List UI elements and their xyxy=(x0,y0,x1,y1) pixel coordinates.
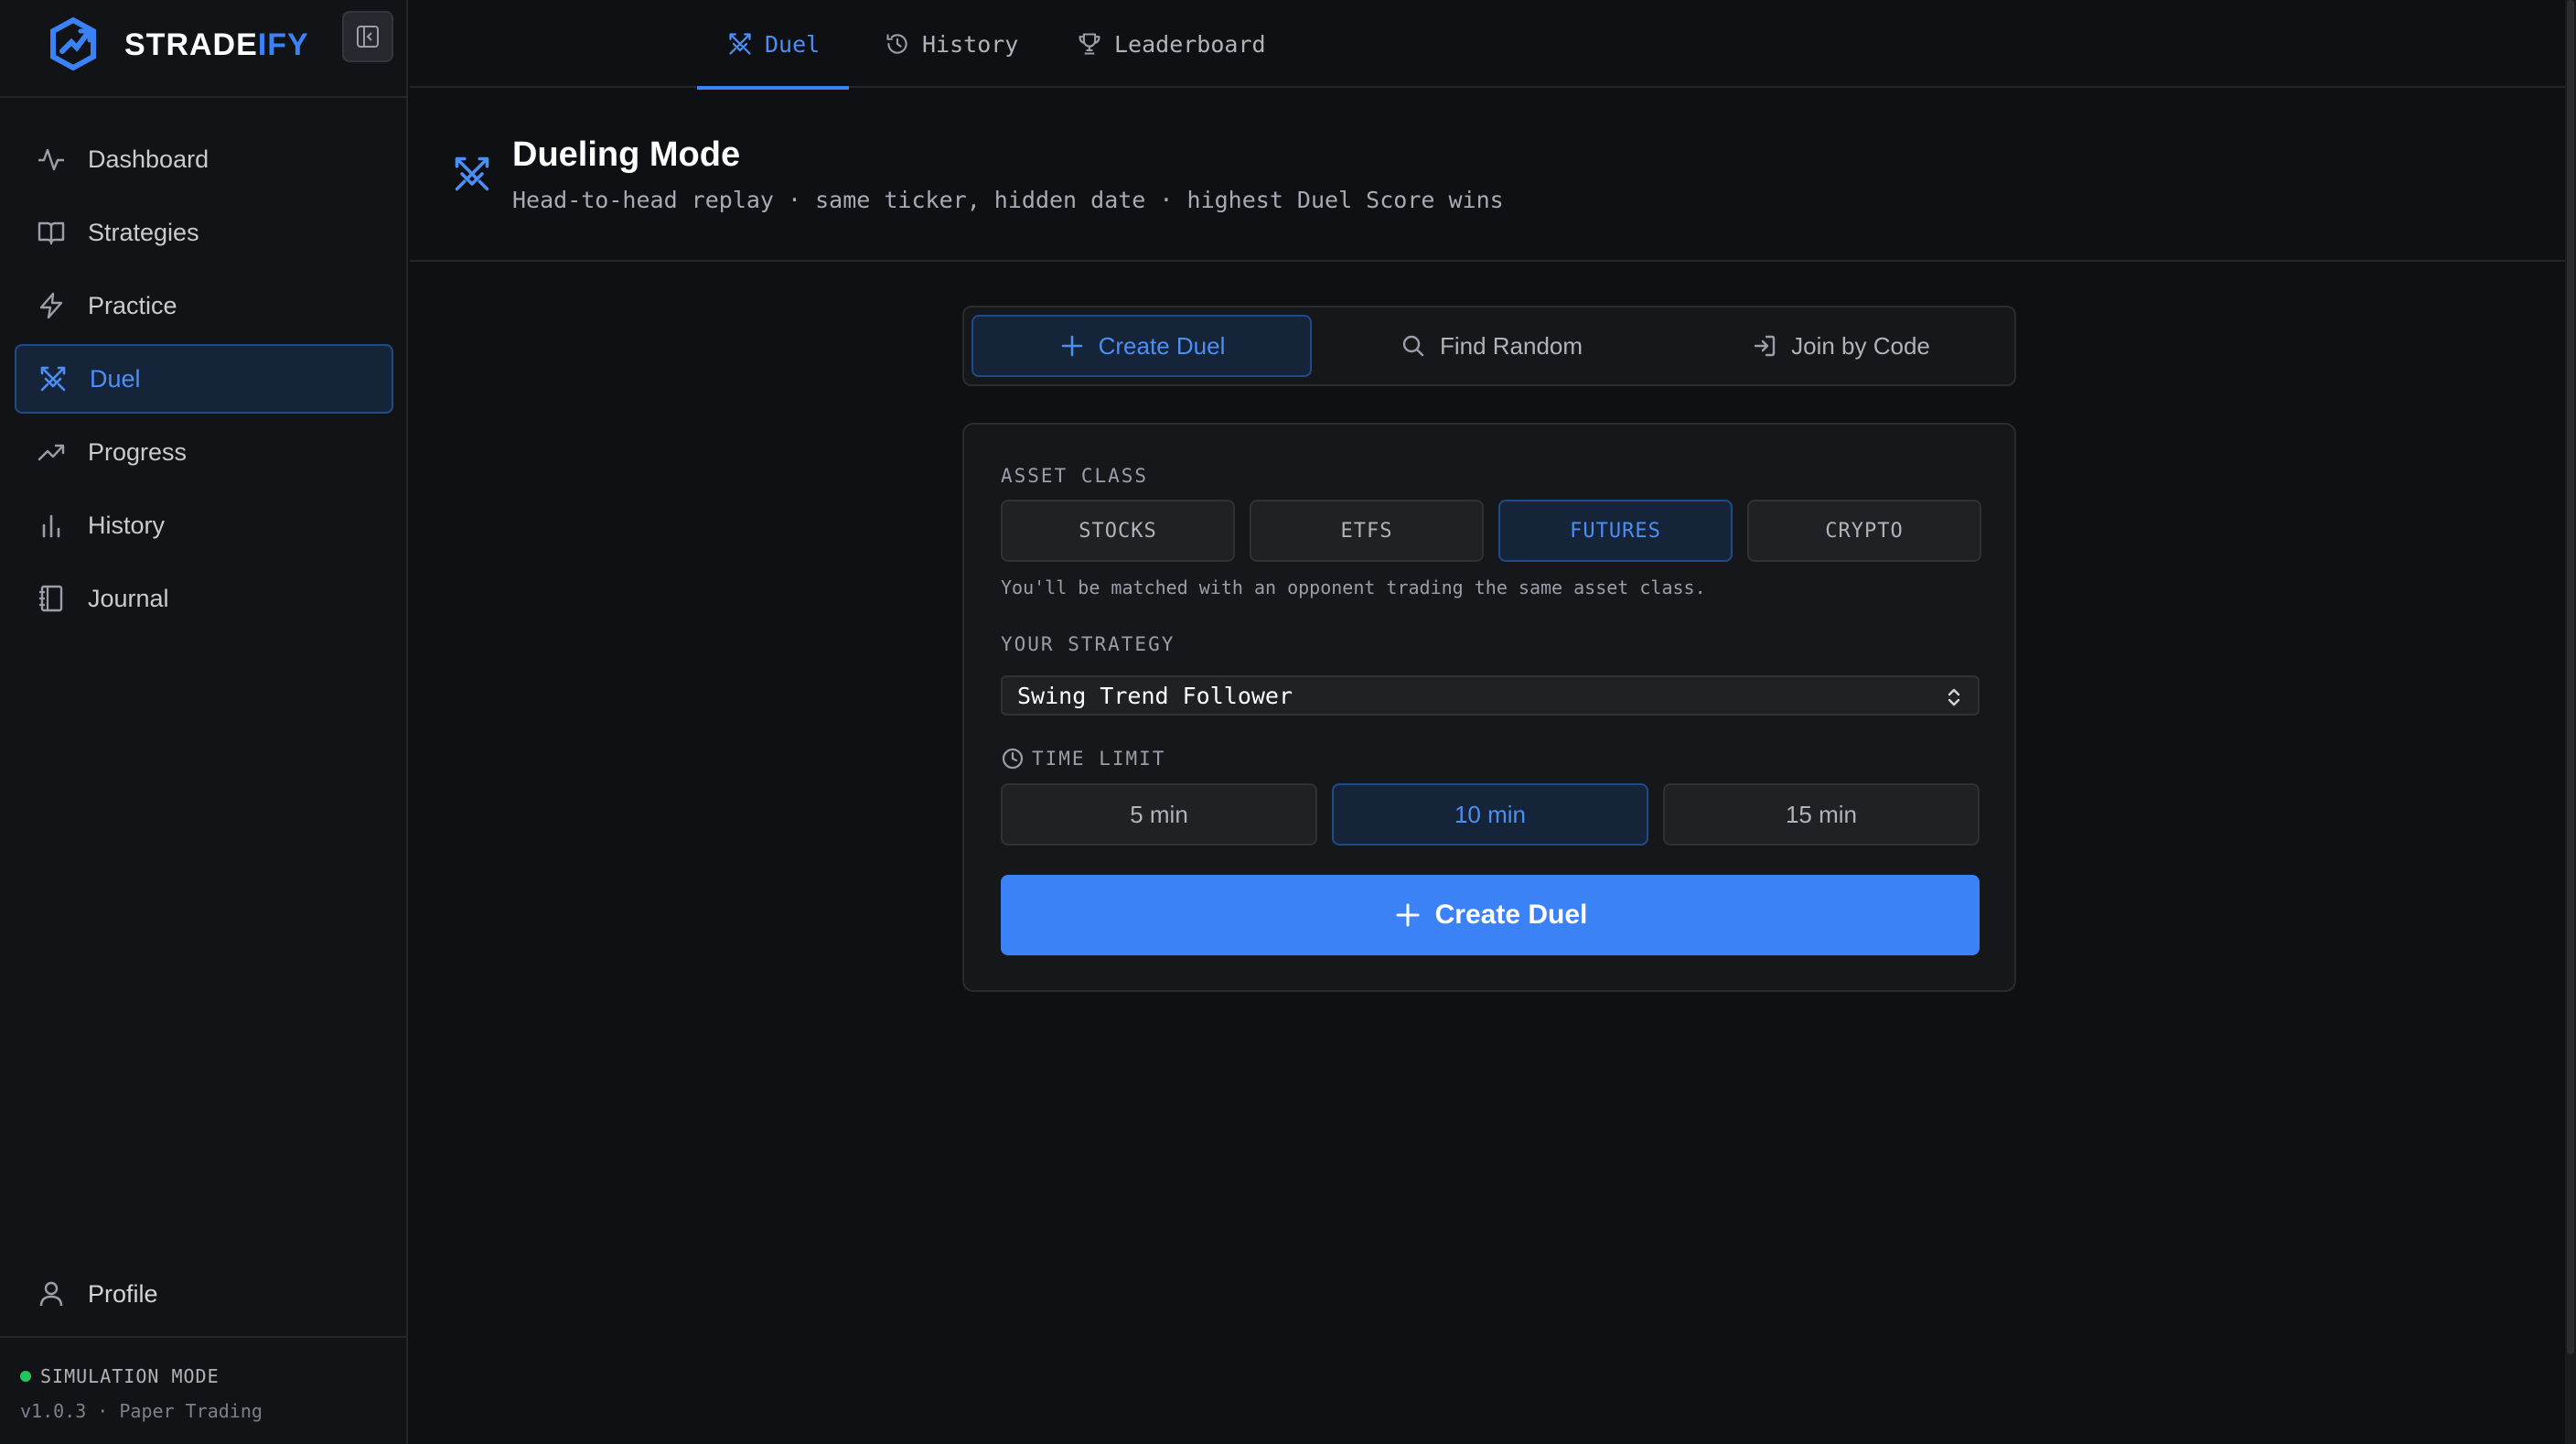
history-icon xyxy=(884,30,911,58)
book-icon xyxy=(35,216,68,249)
brand: STRADEIFY xyxy=(0,0,408,98)
brand-name[interactable]: STRADEIFY xyxy=(124,27,309,63)
create-duel-mode-button[interactable]: Create Duel xyxy=(971,315,1312,377)
profile-label: Profile xyxy=(88,1279,158,1308)
simulation-mode-status: SIMULATION MODE xyxy=(20,1365,220,1387)
bar-chart-icon xyxy=(35,509,68,542)
tab-duel[interactable]: Duel xyxy=(696,0,850,90)
sidebar-item-profile[interactable]: Profile xyxy=(15,1259,393,1329)
sidebar-item-label: Duel xyxy=(90,364,141,393)
tab-history[interactable]: History xyxy=(884,0,1018,88)
sidebar-item-label: Dashboard xyxy=(88,145,209,173)
sidebar-item-duel[interactable]: Duel xyxy=(15,344,393,414)
sidebar-item-practice[interactable]: Practice xyxy=(15,271,393,340)
create-duel-label: Create Duel xyxy=(1434,900,1588,930)
brand-name-accent: IFY xyxy=(257,27,309,62)
time-limit-15-min[interactable]: 15 min xyxy=(1663,783,1980,846)
mode-label: Create Duel xyxy=(1098,331,1226,360)
login-icon xyxy=(1751,332,1778,360)
duel-mode-switch: Create Duel Find Random Join by Code xyxy=(962,306,2016,386)
clock-icon xyxy=(1002,748,1024,770)
crossed-swords-icon xyxy=(455,156,489,191)
status-dot-icon xyxy=(20,1371,31,1382)
page-title: Dueling Mode xyxy=(512,135,741,174)
tab-label: Leaderboard xyxy=(1114,30,1266,58)
time-limit-10-min[interactable]: 10 min xyxy=(1332,783,1648,846)
mode-label: Join by Code xyxy=(1791,331,1930,360)
crossed-swords-icon xyxy=(37,362,70,395)
scrollbar-thumb[interactable] xyxy=(2567,0,2574,1354)
sidebar-item-label: Practice xyxy=(88,291,177,319)
asset-class-futures[interactable]: FUTURES xyxy=(1498,500,1733,562)
notebook-icon xyxy=(35,582,68,615)
asset-class-hint: You'll be matched with an opponent tradi… xyxy=(1001,577,1706,598)
join-by-code-button[interactable]: Join by Code xyxy=(1670,315,2011,377)
tab-label: Duel xyxy=(765,30,821,58)
trending-up-icon xyxy=(35,436,68,469)
sidebar-item-label: Progress xyxy=(88,437,188,466)
page-header: Dueling Mode Head-to-head replay · same … xyxy=(410,90,2576,262)
page-subtitle: Head-to-head replay · same ticker, hidde… xyxy=(512,187,1504,213)
trophy-icon xyxy=(1076,30,1103,58)
strategy-label: YOUR STRATEGY xyxy=(1001,633,1175,655)
time-limit-label: TIME LIMIT xyxy=(1001,747,1165,770)
create-duel-card: ASSET CLASS STOCKS ETFS FUTURES CRYPTO Y… xyxy=(962,423,2016,992)
sidebar-item-label: History xyxy=(88,511,166,539)
simulation-mode-label: SIMULATION MODE xyxy=(40,1365,220,1387)
sidebar-item-journal[interactable]: Journal xyxy=(15,564,393,633)
sidebar-item-label: Strategies xyxy=(88,218,199,246)
stradeify-logo-icon xyxy=(50,16,96,71)
sidebar-toggle-icon xyxy=(357,26,379,48)
sidebar: STRADEIFY Dashboard Strategies Practice … xyxy=(0,0,408,1444)
strategy-value: Swing Trend Follower xyxy=(1017,682,1293,709)
collapse-sidebar-button[interactable] xyxy=(342,11,393,62)
sidebar-item-progress[interactable]: Progress xyxy=(15,417,393,487)
sidebar-item-label: Journal xyxy=(88,584,169,612)
chevron-up-down-icon xyxy=(1948,688,1960,706)
activity-icon xyxy=(35,143,68,176)
search-icon xyxy=(1400,332,1427,360)
tab-label: History xyxy=(922,30,1019,58)
plus-icon xyxy=(1058,332,1086,360)
time-limit-5-min[interactable]: 5 min xyxy=(1001,783,1317,846)
lightning-icon xyxy=(35,289,68,322)
user-icon xyxy=(35,1277,68,1310)
sidebar-item-history[interactable]: History xyxy=(15,490,393,560)
asset-class-label: ASSET CLASS xyxy=(1001,465,1149,487)
asset-class-etfs[interactable]: ETFS xyxy=(1250,500,1484,562)
find-random-button[interactable]: Find Random xyxy=(1321,315,1661,377)
asset-class-stocks[interactable]: STOCKS xyxy=(1001,500,1235,562)
strategy-select[interactable]: Swing Trend Follower xyxy=(1001,675,1980,716)
top-tabs: Duel History Leaderboard xyxy=(410,0,2576,90)
sidebar-nav: Dashboard Strategies Practice Duel Progr… xyxy=(15,124,393,637)
brand-name-main: STRADE xyxy=(124,27,258,62)
plus-icon xyxy=(1393,900,1422,930)
create-duel-button[interactable]: Create Duel xyxy=(1001,875,1980,955)
version-label: v1.0.3 · Paper Trading xyxy=(20,1400,263,1422)
mode-label: Find Random xyxy=(1439,331,1583,360)
sidebar-item-strategies[interactable]: Strategies xyxy=(15,198,393,267)
time-limit-text: TIME LIMIT xyxy=(1032,748,1166,770)
sidebar-footer: SIMULATION MODE v1.0.3 · Paper Trading xyxy=(0,1336,408,1444)
asset-class-crypto[interactable]: CRYPTO xyxy=(1747,500,1981,562)
crossed-swords-icon xyxy=(726,30,754,58)
tab-leaderboard[interactable]: Leaderboard xyxy=(1076,0,1266,88)
sidebar-item-dashboard[interactable]: Dashboard xyxy=(15,124,393,194)
